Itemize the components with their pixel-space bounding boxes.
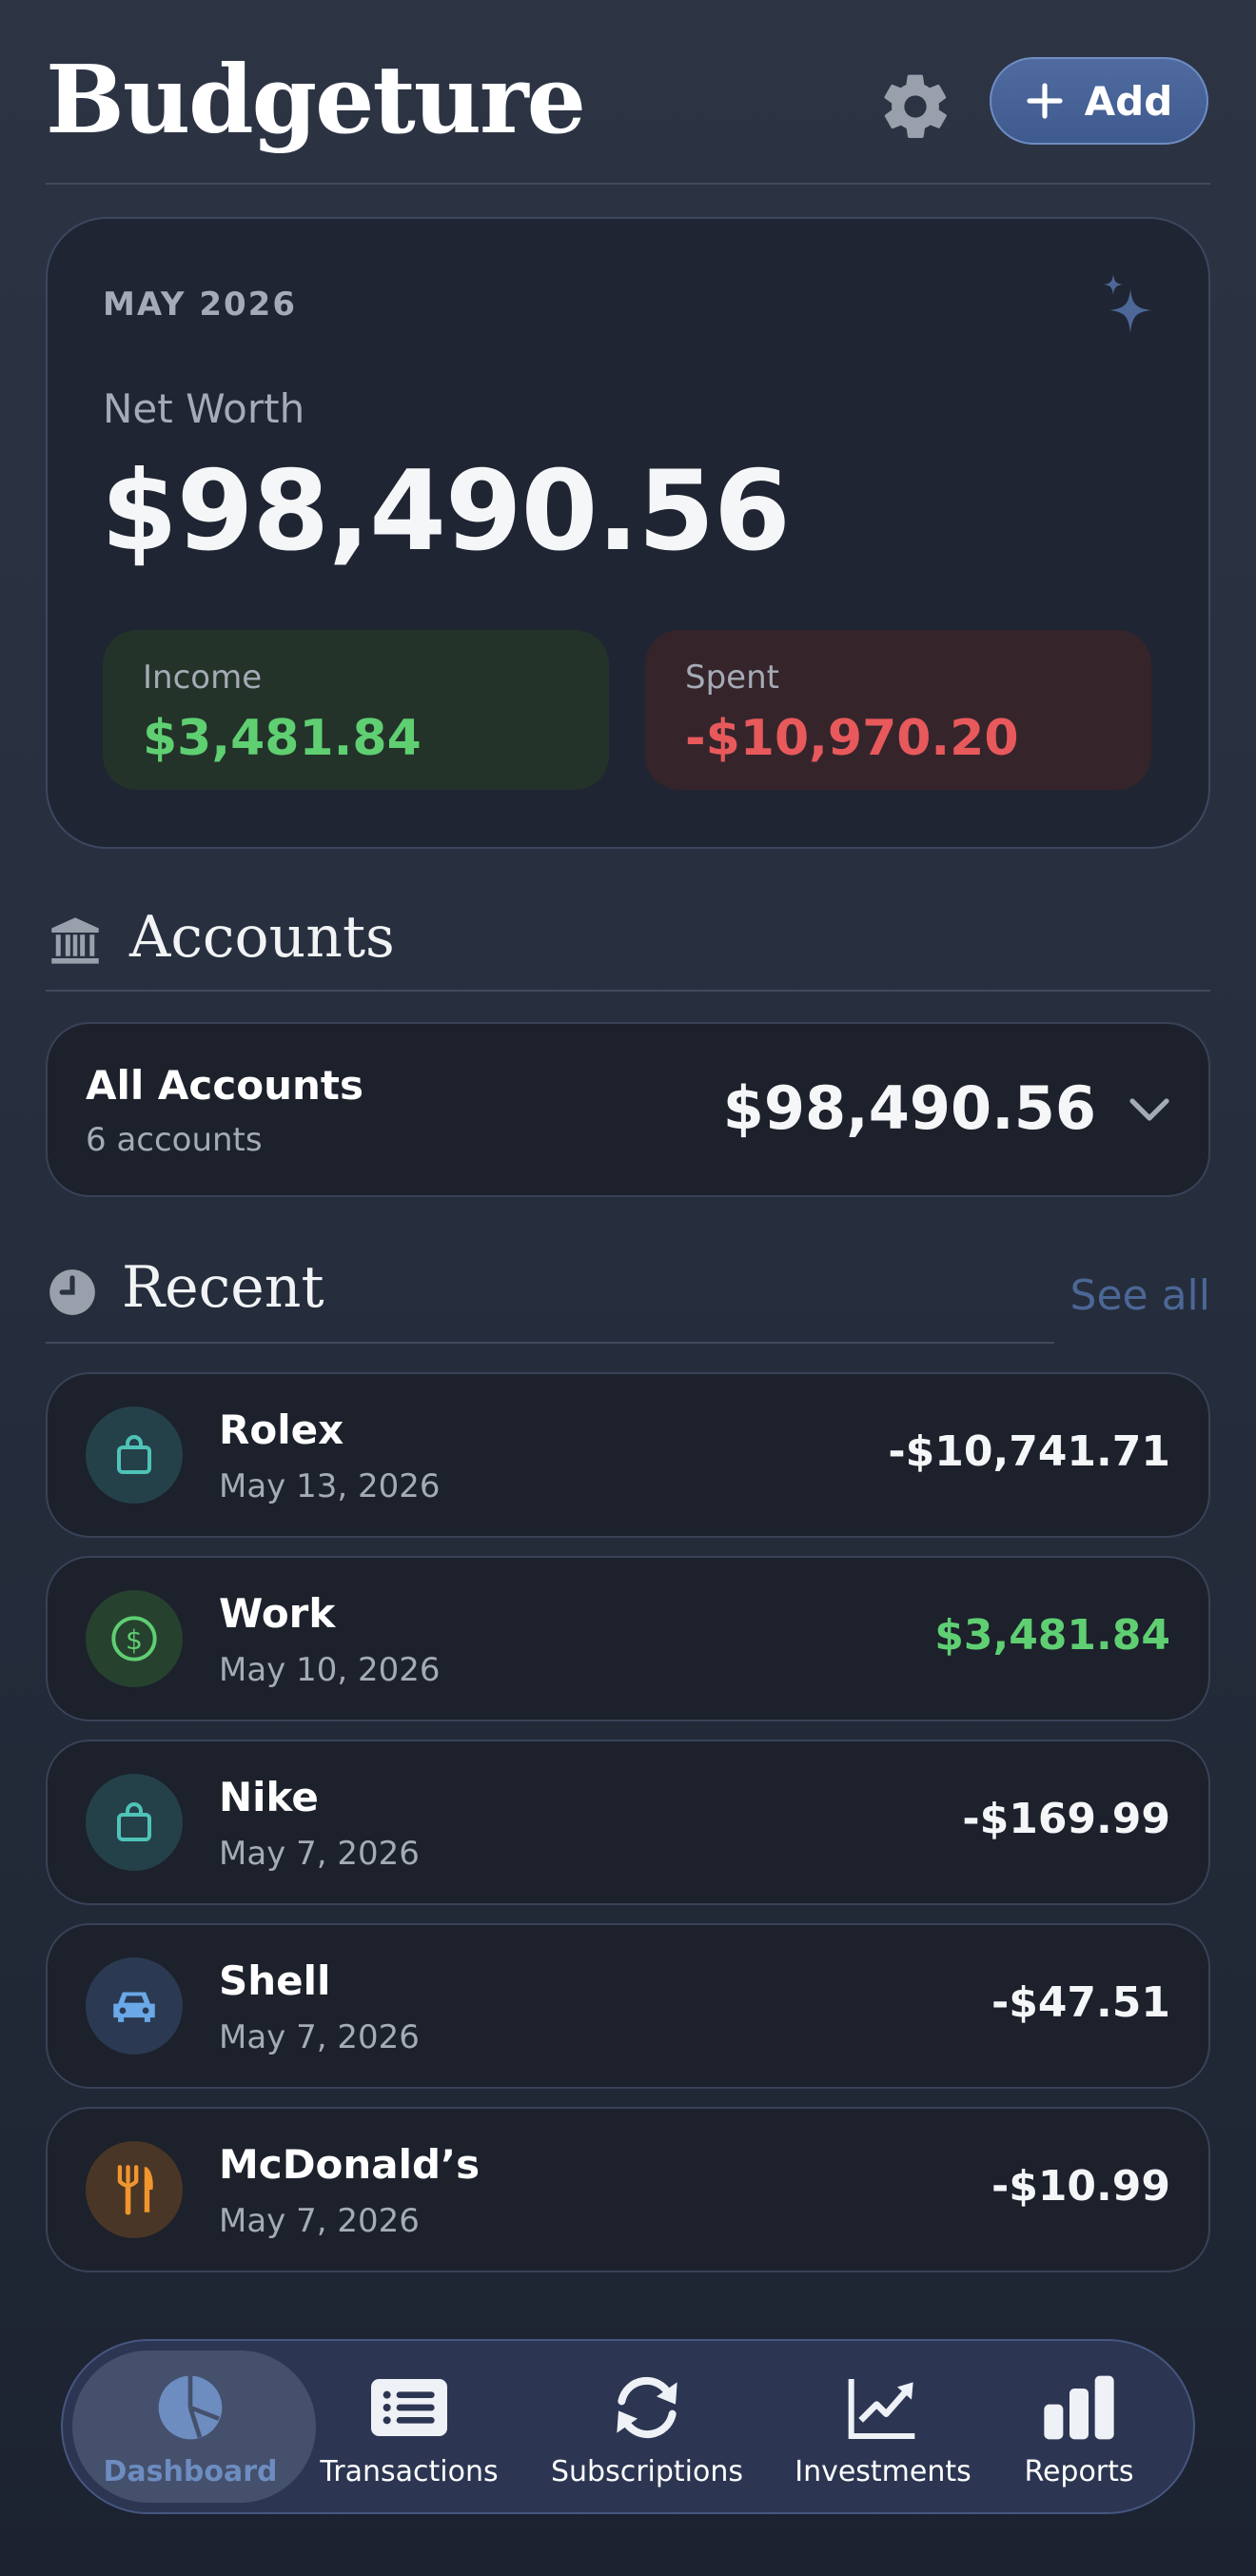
- transaction-amount: -$169.99: [962, 1795, 1170, 1843]
- transaction-row[interactable]: $ Work May 10, 2026 $3,481.84: [46, 1556, 1210, 1721]
- all-accounts-title: All Accounts: [86, 1062, 363, 1109]
- nav-label-transactions: Transactions: [320, 2455, 499, 2488]
- accounts-divider: [46, 990, 1210, 992]
- shopping-bag-icon: [117, 1435, 151, 1474]
- transaction-icon-badge: $: [86, 1590, 183, 1687]
- nav-item-reports[interactable]: Reports: [984, 2370, 1174, 2488]
- clock-icon: [49, 1269, 95, 1315]
- add-button-label: Add: [1084, 77, 1173, 125]
- income-box: Income $3,481.84: [103, 630, 609, 790]
- sparkle-icon[interactable]: [1100, 274, 1153, 335]
- transaction-name: Nike: [219, 1774, 319, 1820]
- transaction-date: May 10, 2026: [219, 1651, 441, 1689]
- line-chart-icon: [848, 2379, 915, 2439]
- refresh-icon: [617, 2376, 677, 2439]
- car-icon: [113, 1992, 155, 2022]
- gear-icon[interactable]: [877, 69, 953, 145]
- plus-icon: [1027, 83, 1063, 119]
- transaction-amount: $3,481.84: [934, 1611, 1170, 1660]
- transaction-row[interactable]: McDonald’s May 7, 2026 -$10.99: [46, 2107, 1210, 2272]
- transaction-row[interactable]: Shell May 7, 2026 -$47.51: [46, 1923, 1210, 2089]
- transaction-date: May 7, 2026: [219, 1835, 420, 1873]
- all-accounts-subtitle: 6 accounts: [86, 1121, 263, 1159]
- transaction-amount: -$10,741.71: [888, 1427, 1170, 1476]
- transaction-date: May 7, 2026: [219, 2018, 420, 2056]
- transaction-amount: -$10.99: [991, 2162, 1170, 2211]
- transaction-amount: -$47.51: [991, 1978, 1170, 2027]
- nav-item-subscriptions[interactable]: Subscriptions: [550, 2370, 744, 2488]
- transaction-icon-badge: [86, 1957, 183, 2055]
- transaction-date: May 7, 2026: [219, 2202, 420, 2240]
- nav-label-reports: Reports: [1024, 2455, 1134, 2488]
- add-button[interactable]: Add: [990, 57, 1208, 145]
- chevron-down-icon[interactable]: [1128, 1096, 1170, 1125]
- app-title: Budgeture: [46, 46, 586, 155]
- header-divider: [46, 183, 1210, 185]
- transaction-name: McDonald’s: [219, 2141, 481, 2188]
- nav-item-transactions[interactable]: Transactions: [314, 2370, 504, 2488]
- summary-month: MAY 2026: [103, 285, 297, 324]
- net-worth-value: $98,490.56: [101, 447, 791, 576]
- transaction-icon-badge: [86, 2141, 183, 2238]
- nav-item-investments[interactable]: Investments: [788, 2370, 978, 2488]
- all-accounts-total: $98,490.56: [722, 1073, 1096, 1143]
- nav-label-subscriptions: Subscriptions: [550, 2455, 744, 2488]
- transaction-icon-badge: [86, 1774, 183, 1871]
- transaction-row[interactable]: Rolex May 13, 2026 -$10,741.71: [46, 1372, 1210, 1538]
- transaction-row[interactable]: Nike May 7, 2026 -$169.99: [46, 1740, 1210, 1905]
- spent-label: Spent: [685, 659, 779, 697]
- income-value: $3,481.84: [143, 710, 422, 767]
- nav-label-investments: Investments: [795, 2455, 971, 2488]
- recent-divider: [46, 1342, 1054, 1344]
- see-all-link[interactable]: See all: [1070, 1271, 1210, 1320]
- fork-knife-icon: [117, 2165, 153, 2215]
- transaction-name: Work: [219, 1590, 336, 1637]
- income-label: Income: [143, 659, 263, 697]
- bank-icon: [51, 917, 99, 964]
- list-icon: [371, 2379, 447, 2436]
- transaction-name: Shell: [219, 1957, 331, 2004]
- nav-item-dashboard[interactable]: Dashboard: [95, 2370, 285, 2488]
- recent-section-title: Recent: [122, 1254, 324, 1321]
- spent-box: Spent -$10,970.20: [645, 630, 1151, 790]
- svg-text:$: $: [126, 1624, 143, 1656]
- nav-label-dashboard: Dashboard: [103, 2455, 278, 2488]
- spent-value: -$10,970.20: [685, 710, 1019, 767]
- bar-chart-icon: [1044, 2375, 1114, 2440]
- transaction-date: May 13, 2026: [219, 1467, 441, 1505]
- transaction-icon-badge: [86, 1406, 183, 1504]
- net-worth-label: Net Worth: [103, 385, 305, 432]
- pie-chart-icon: [158, 2375, 223, 2440]
- transaction-name: Rolex: [219, 1406, 344, 1453]
- accounts-section-title: Accounts: [129, 904, 395, 971]
- shopping-bag-icon: [117, 1802, 151, 1841]
- dollar-circle-icon: $: [111, 1616, 157, 1662]
